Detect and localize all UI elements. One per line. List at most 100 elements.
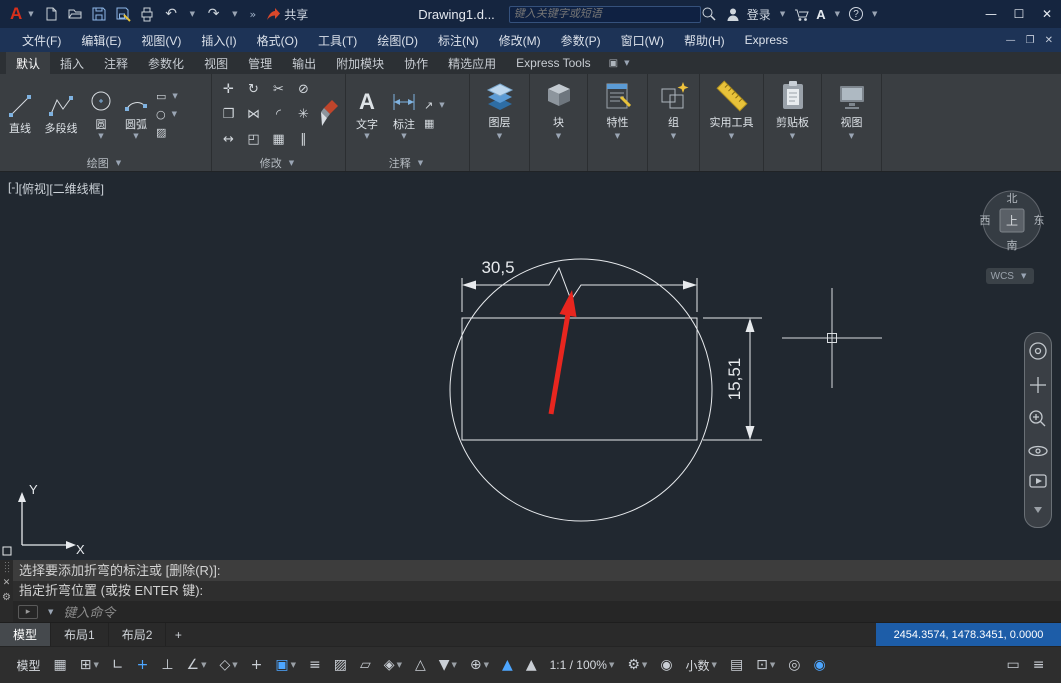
mirror-icon[interactable]: ⋈	[247, 107, 260, 122]
match-properties-button[interactable]	[319, 99, 339, 129]
open-file-button[interactable]	[67, 6, 84, 23]
undo-button[interactable]: ↶	[163, 6, 180, 23]
ribbon-display-toggle[interactable]: ▣▼	[601, 52, 641, 74]
annotate-panel-title[interactable]: 注释▼	[346, 154, 469, 171]
menu-edit[interactable]: 编辑(E)	[71, 28, 131, 52]
ribbon-tab-featured[interactable]: 精选应用	[438, 52, 506, 74]
pan-icon[interactable]	[1030, 377, 1046, 393]
ribbon-tab-annotate[interactable]: 注释	[94, 52, 138, 74]
ribbon-tab-view[interactable]: 视图	[194, 52, 238, 74]
redo-button[interactable]: ↷	[205, 6, 222, 23]
circle-tool[interactable]: 圆 ▼	[86, 88, 116, 140]
doc-close-button[interactable]: ✕	[1045, 35, 1053, 46]
isolate-objects-button[interactable]: ◎	[782, 653, 807, 677]
minimize-button[interactable]: —	[977, 0, 1005, 28]
panel-properties[interactable]: 特性 ▼	[588, 74, 648, 171]
menu-parametric[interactable]: 参数(P)	[551, 28, 611, 52]
view-control[interactable]: [俯视]	[19, 180, 50, 197]
panel-layers[interactable]: 图层 ▼	[470, 74, 530, 171]
tab-model[interactable]: 模型	[0, 623, 51, 646]
clean-screen-button[interactable]: ▭	[1000, 653, 1026, 677]
navigation-bar[interactable]	[1024, 332, 1052, 528]
orbit-icon[interactable]	[1029, 447, 1047, 456]
wcs-control[interactable]: WCS ▼	[986, 268, 1034, 284]
dynamic-ucs-toggle[interactable]: △	[408, 653, 432, 677]
user-icon[interactable]	[725, 7, 741, 22]
search-input[interactable]	[514, 8, 696, 20]
explode-icon[interactable]: ✳	[298, 107, 309, 122]
autocad-logo-icon[interactable]: A	[6, 4, 25, 24]
redo-caret-icon[interactable]: ▼	[229, 10, 240, 18]
menu-window[interactable]: 窗口(W)	[611, 28, 674, 52]
tab-layout2[interactable]: 布局2	[109, 623, 167, 646]
new-layout-button[interactable]: +	[166, 623, 190, 646]
ortho-toggle[interactable]: ⊥	[155, 653, 180, 677]
isodraft-toggle[interactable]: ◇▼	[213, 653, 244, 677]
transparency-toggle[interactable]: ▨	[327, 653, 353, 677]
menu-dimension[interactable]: 标注(N)	[428, 28, 489, 52]
menu-modify[interactable]: 修改(M)	[489, 28, 551, 52]
viewcube-north[interactable]: 北	[1007, 192, 1018, 205]
infer-constraints-toggle[interactable]: ∟	[105, 653, 130, 677]
command-input-placeholder[interactable]: 键入命令	[63, 602, 115, 621]
selection-filtering-toggle[interactable]: ▼▼	[432, 653, 463, 677]
close-button[interactable]: ✕	[1033, 0, 1061, 28]
panel-groups[interactable]: 组 ▼	[648, 74, 700, 171]
array-icon[interactable]: ▦	[272, 132, 284, 147]
search-icon[interactable]	[701, 6, 717, 22]
dynamic-input-toggle[interactable]: +	[130, 653, 155, 677]
plot-button[interactable]	[139, 6, 156, 23]
lineweight-toggle[interactable]: ≡	[303, 653, 328, 677]
autoscale-toggle[interactable]: ▲	[519, 653, 543, 677]
draw-panel-title[interactable]: 绘图▼	[0, 154, 211, 171]
ribbon-tab-parametric[interactable]: 参数化	[138, 52, 194, 74]
menu-draw[interactable]: 绘图(D)	[367, 28, 428, 52]
zoom-icon[interactable]	[1030, 411, 1045, 426]
lock-ui-button[interactable]: ⊡▼	[750, 653, 782, 677]
snap-toggle[interactable]: ⊞▼	[73, 653, 105, 677]
units-button[interactable]: 小数▼	[679, 653, 723, 677]
doc-restore-button[interactable]: ❐	[1026, 35, 1035, 46]
arc-tool[interactable]: 圆弧 ▼	[119, 88, 153, 140]
maximize-button[interactable]: ☐	[1005, 0, 1033, 28]
viewcube-east[interactable]: 东	[1034, 214, 1045, 227]
viewcube-top[interactable]: 上	[1006, 214, 1018, 228]
menu-help[interactable]: 帮助(H)	[674, 28, 735, 52]
login-label[interactable]: 登录	[747, 6, 771, 23]
command-customize-icon[interactable]: ⚙	[2, 592, 11, 603]
annotation-visibility-toggle[interactable]: ▲	[496, 653, 520, 677]
undo-caret-icon[interactable]: ▼	[187, 10, 198, 18]
customize-button[interactable]: ≡	[1026, 653, 1051, 677]
move-icon[interactable]: ✛	[223, 82, 234, 97]
text-tool[interactable]: A 文字 ▼	[350, 88, 384, 140]
scale-icon[interactable]: ◰	[247, 132, 259, 147]
rectangle-tool[interactable]: ▭▼	[156, 90, 181, 103]
ribbon-tab-output[interactable]: 输出	[282, 52, 326, 74]
modify-panel-title[interactable]: 修改▼	[212, 154, 345, 171]
save-button[interactable]	[91, 6, 108, 23]
polar-tracking-toggle[interactable]: ∠▼	[180, 653, 213, 677]
workspace-switching-button[interactable]: ⚙▼	[621, 653, 654, 677]
command-input-icon[interactable]: ▸	[18, 605, 38, 619]
cart-icon[interactable]	[794, 7, 810, 22]
menu-insert[interactable]: 插入(I)	[191, 28, 246, 52]
ribbon-tab-addins[interactable]: 附加模块	[326, 52, 394, 74]
rotate-icon[interactable]: ↻	[248, 82, 259, 97]
appstore-caret-icon[interactable]: ▼	[832, 10, 843, 18]
panel-clipboard[interactable]: 剪贴板 ▼	[764, 74, 822, 171]
object-snap-toggle[interactable]: ▣▼	[269, 653, 303, 677]
gizmo-toggle[interactable]: ⊕▼	[463, 653, 495, 677]
stretch-icon[interactable]: ↔	[223, 132, 234, 147]
leader-tool[interactable]: ↗▼	[424, 99, 448, 112]
help-caret-icon[interactable]: ▼	[869, 10, 880, 18]
logo-caret-icon[interactable]: ▼	[25, 10, 36, 18]
tab-layout1[interactable]: 布局1	[51, 623, 109, 646]
trim-icon[interactable]: ✂	[273, 82, 284, 97]
object-snap-tracking-toggle[interactable]: +	[244, 653, 269, 677]
save-as-button[interactable]	[115, 6, 132, 23]
command-input-caret-icon[interactable]: ▼	[45, 608, 56, 616]
panel-utilities[interactable]: 实用工具 ▼	[700, 74, 764, 171]
annotation-scale-button[interactable]: 1:1 / 100%▼	[543, 653, 621, 677]
3d-object-snap-toggle[interactable]: ◈▼	[377, 653, 408, 677]
search-box[interactable]	[509, 6, 701, 23]
